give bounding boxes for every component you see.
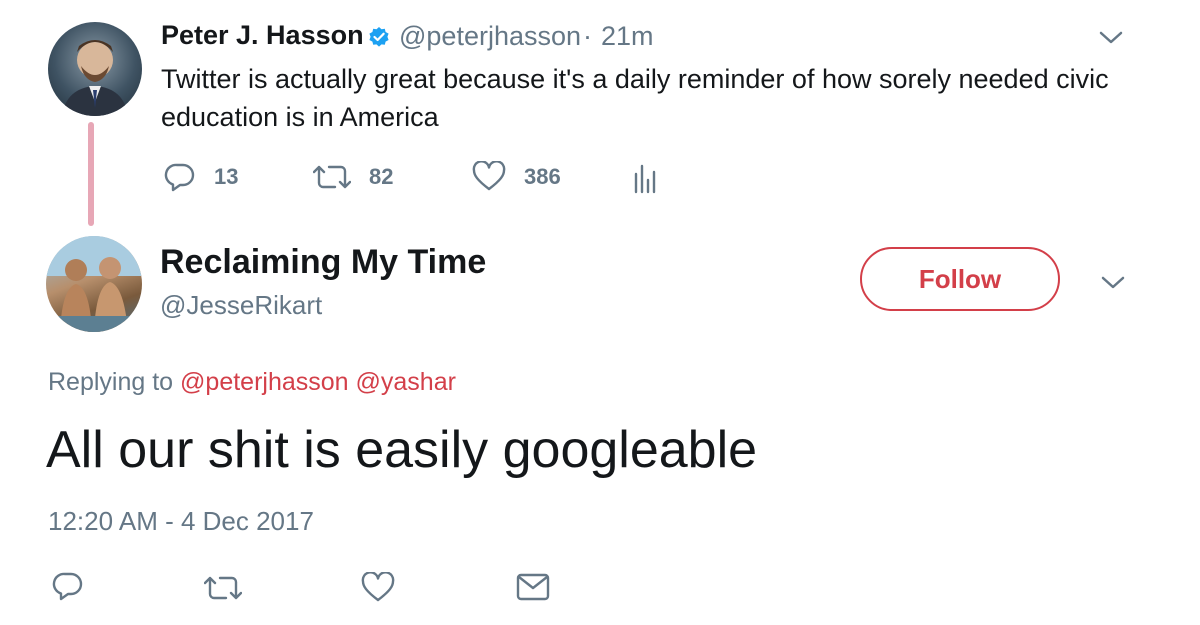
heart-icon[interactable] [361, 572, 395, 604]
parent-like-action[interactable]: 386 [472, 161, 561, 193]
heart-icon[interactable] [472, 161, 506, 193]
parent-reply-action[interactable]: 13 [164, 161, 238, 193]
parent-time[interactable]: 21m [601, 21, 654, 52]
replying-to-label: Replying to [48, 368, 174, 396]
retweet-count: 82 [369, 164, 394, 189]
reply-handle[interactable]: @JesseRikart [160, 290, 322, 321]
reply-tweet-text: All our shit is easily googleable [46, 421, 758, 479]
retweet-icon[interactable] [204, 572, 242, 604]
follow-button[interactable]: Follow [860, 247, 1060, 311]
mention-link[interactable]: @yashar [356, 368, 456, 396]
verified-badge-icon [368, 26, 390, 48]
chevron-down-icon[interactable] [1100, 275, 1126, 291]
handle-time-separator: · [583, 21, 592, 51]
parent-tweet-text: Twitter is actually great because it's a… [161, 64, 1109, 132]
reply-display-name[interactable]: Reclaiming My Time [160, 243, 486, 282]
retweet-icon[interactable] [313, 161, 351, 193]
reply-count: 13 [214, 164, 239, 189]
chevron-down-icon[interactable] [1098, 30, 1124, 46]
replying-to-line: Replying to @peterjhasson @yashar [48, 368, 456, 397]
reply-timestamp[interactable]: 12:20 AM - 4 Dec 2017 [48, 506, 314, 537]
envelope-icon[interactable] [516, 572, 550, 602]
analytics-icon[interactable] [633, 160, 657, 194]
parent-avatar[interactable] [48, 22, 142, 116]
reply-icon[interactable] [52, 570, 84, 602]
thread-connector-line [88, 122, 94, 226]
mention-link[interactable]: @peterjhasson [180, 368, 349, 396]
reply-avatar[interactable] [46, 236, 142, 332]
parent-retweet-action[interactable]: 82 [313, 161, 393, 193]
reply-icon[interactable] [164, 161, 196, 193]
parent-handle[interactable]: @peterjhasson [399, 21, 581, 52]
like-count: 386 [524, 164, 561, 189]
parent-display-name[interactable]: Peter J. Hasson [161, 20, 364, 51]
